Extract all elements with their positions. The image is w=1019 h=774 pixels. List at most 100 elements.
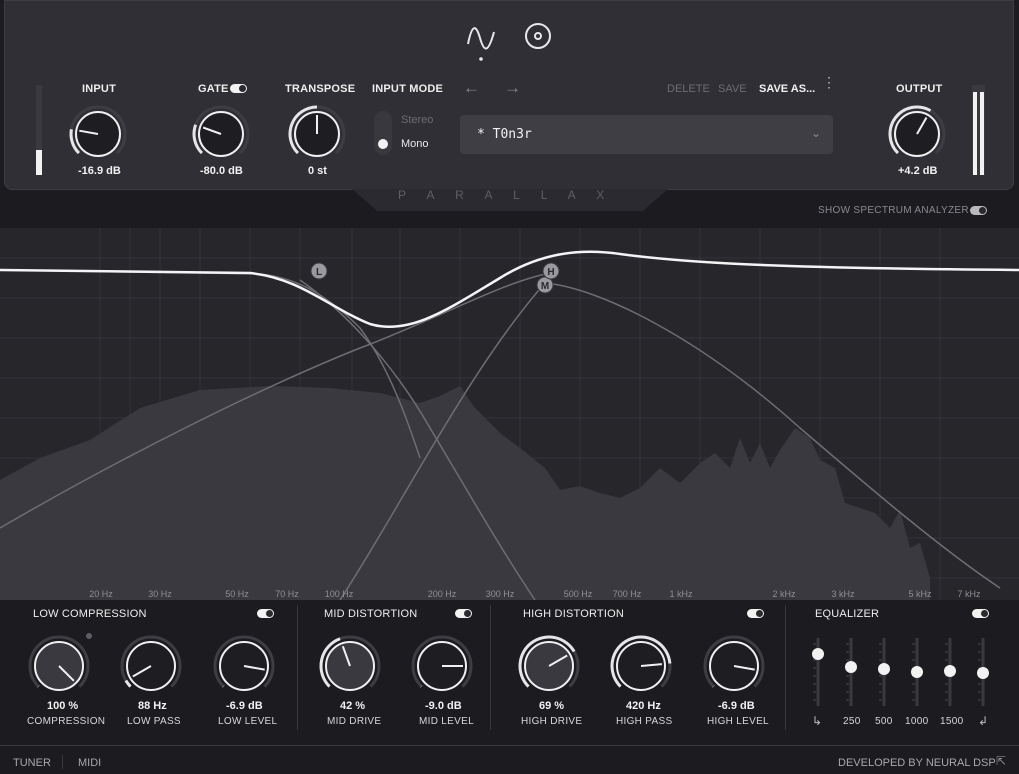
freq-label: 300 Hz [486,589,515,599]
mid-distortion-toggle[interactable] [455,609,472,618]
input-value: -16.9 dB [78,165,121,177]
spectrum-analyzer-toggle[interactable] [970,206,987,215]
eq-band-500: 500 [875,716,893,727]
high-distortion-toggle[interactable] [747,609,764,618]
input-label: INPUT [82,83,116,95]
output-meter-left-fill [973,92,977,175]
input-meter-fill [36,149,42,175]
resize-handle-icon[interactable]: ⇱ [996,754,1006,768]
divider [0,745,1019,746]
gate-label: GATE [198,83,229,95]
eq-slider[interactable] [911,638,923,706]
eq-slider[interactable] [944,638,956,706]
freq-label: 20 Hz [89,589,113,599]
low-compression-title: LOW COMPRESSION [33,608,147,620]
transpose-value: 0 st [308,165,327,177]
output-label: OUTPUT [896,83,943,95]
high-level-label: HIGH LEVEL [707,716,769,727]
transpose-label: TRANSPOSE [285,83,356,95]
eq-slider[interactable] [878,638,890,706]
equalizer-title: EQUALIZER [815,608,880,620]
more-menu-icon[interactable]: ⋮ [822,75,836,89]
brand-label: P A R A L L A X [398,188,614,202]
eq-slider[interactable] [845,638,857,706]
divider [297,605,298,730]
high-pass-value: 420 Hz [626,700,661,712]
band-node-l[interactable]: L [310,262,328,280]
compression-label: COMPRESSION [27,716,106,727]
eq-slider[interactable] [977,638,989,706]
circle-target-icon[interactable] [522,20,554,52]
low-shelf-icon: ↳ [812,714,823,728]
prev-preset-arrow-icon[interactable]: ← [463,78,480,98]
high-drive-value: 69 % [539,700,565,712]
spectrum-analyzer-label: SHOW SPECTRUM ANALYZER [818,205,969,216]
midi-button[interactable]: MIDI [78,757,101,769]
eq-band-1000: 1000 [905,716,929,727]
output-value: +4.2 dB [898,165,938,177]
mid-drive-value: 42 % [340,700,366,712]
compression-value: 100 % [47,700,79,712]
preset-name: * T0n3r [477,127,532,142]
low-compression-toggle[interactable] [257,609,274,618]
high-level-value: -6.9 dB [718,700,755,712]
combined-eq-curve [0,250,1019,329]
freq-label: 200 Hz [428,589,457,599]
eq-curve-canvas[interactable]: 20 Hz 30 Hz 50 Hz 70 Hz 100 Hz 200 Hz 300 Hz 50… [0,228,1019,600]
save-as-button[interactable]: SAVE AS... [759,83,815,95]
freq-label: 7 kHz [957,589,981,599]
mid-level-label: MID LEVEL [419,716,474,727]
chevron-down-icon: ⌄ [810,126,821,140]
band-node-label: H [547,267,554,278]
band-node-h[interactable]: H [542,262,560,280]
low-level-value: -6.9 dB [226,700,263,712]
equalizer-toggle[interactable] [972,609,989,618]
high-drive-label: HIGH DRIVE [521,716,583,727]
freq-label: 2 kHz [772,589,796,599]
frequency-graph[interactable]: 20 Hz 30 Hz 50 Hz 70 Hz 100 Hz 200 Hz 300 Hz 50… [0,228,1019,600]
high-pass-label: HIGH PASS [616,716,673,727]
freq-label: 5 kHz [908,589,932,599]
freq-label: 700 Hz [613,589,642,599]
freq-label: 500 Hz [564,589,593,599]
low-level-label: LOW LEVEL [218,716,278,727]
eq-band-250: 250 [843,716,861,727]
developer-credit: DEVELOPED BY NEURAL DSP [838,757,996,769]
freq-label: 3 kHz [831,589,855,599]
freq-label: 50 Hz [225,589,249,599]
next-preset-arrow-icon[interactable]: → [504,78,521,98]
delete-button[interactable]: DELETE [667,83,710,95]
freq-label: 30 Hz [148,589,172,599]
input-mode-dot [378,139,388,149]
waveform-icon[interactable] [466,22,496,62]
input-mode-stereo[interactable]: Stereo [401,114,433,126]
mid-level-value: -9.0 dB [425,700,462,712]
freq-label: 70 Hz [275,589,299,599]
input-mode-label: INPUT MODE [372,83,444,95]
compression-indicator-dot [86,633,92,639]
eq-band-1500: 1500 [940,716,964,727]
high-distortion-title: HIGH DISTORTION [523,608,624,620]
eq-sliders[interactable] [800,630,1000,710]
gate-toggle[interactable] [230,84,247,93]
mid-drive-label: MID DRIVE [327,716,382,727]
input-mode-mono[interactable]: Mono [401,138,429,150]
eq-slider[interactable] [812,638,824,706]
divider [490,605,491,730]
high-shelf-icon: ↲ [978,714,989,728]
band-node-label: L [316,267,322,278]
mid-distortion-title: MID DISTORTION [324,608,418,620]
input-meter [36,85,42,175]
footer-divider [62,755,63,769]
low-pass-label: LOW PASS [127,716,181,727]
preset-dropdown[interactable]: * T0n3r ⌄ [460,115,833,154]
freq-label: 100 Hz [325,589,354,599]
save-button[interactable]: SAVE [718,83,747,95]
output-meter-right-fill [980,92,984,175]
band-node-label: M [541,281,549,292]
gate-value: -80.0 dB [200,165,243,177]
output-meter [972,85,985,175]
freq-label: 1 kHz [669,589,693,599]
tuner-button[interactable]: TUNER [13,757,51,769]
low-pass-value: 88 Hz [138,700,167,712]
